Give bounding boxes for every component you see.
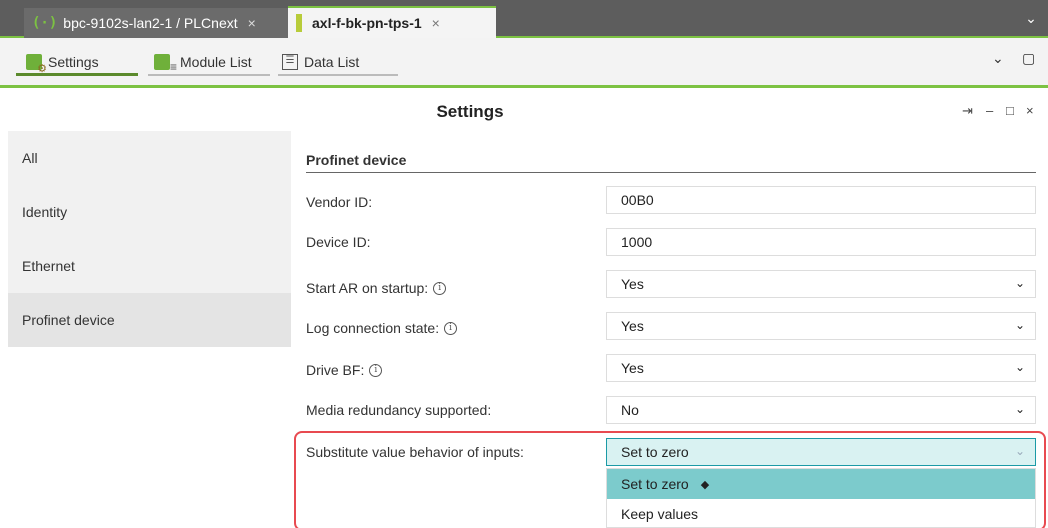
tab-module-list[interactable]: Module List	[148, 50, 270, 76]
tab-settings[interactable]: Settings	[16, 50, 138, 76]
start-ar-select[interactable]: Yes ⌄	[606, 270, 1036, 298]
plcnext-brackets-icon: (·)	[32, 15, 58, 31]
tab-module-list-label: Module List	[180, 54, 252, 70]
chevron-down-icon[interactable]: ⌄	[1014, 0, 1048, 36]
row-label-text: Drive BF:	[306, 362, 365, 378]
tab-label: axl-f-bk-pn-tps-1	[312, 15, 422, 31]
tab-plcnext[interactable]: (·) bpc-9102s-lan2-1 / PLCnext ×	[24, 8, 288, 38]
drive-bf-label: Drive BF: i	[306, 362, 383, 378]
media-redundancy-label: Media redundancy supported:	[306, 402, 491, 418]
chevron-down-icon[interactable]: ⌄	[992, 50, 1004, 67]
row-label-text: Log connection state:	[306, 320, 440, 336]
sidebar-item-all[interactable]: All	[8, 131, 291, 185]
tab-axl-device[interactable]: axl-f-bk-pn-tps-1 ×	[288, 6, 496, 38]
settings-sidebar: All Identity Ethernet Profinet device	[8, 131, 291, 347]
tab-settings-label: Settings	[48, 53, 99, 70]
device-id-label: Device ID:	[306, 234, 371, 250]
settings-icon	[26, 53, 47, 75]
editor-toolbar: Settings Module List ☰ Data List ⌄ ▢	[0, 38, 1048, 88]
field-value: No	[621, 402, 639, 418]
field-value: 1000	[621, 234, 653, 250]
chevron-down-icon: ⌄	[1014, 318, 1025, 332]
maximize-icon[interactable]: □	[1006, 103, 1014, 118]
substitute-value-dropdown: Set to zero ◆ Keep values	[606, 468, 1036, 528]
tab-label: bpc-9102s-lan2-1 / PLCnext	[63, 15, 238, 31]
close-icon[interactable]: ×	[432, 15, 440, 31]
chevron-down-icon: ⌄	[1014, 360, 1025, 374]
minimize-icon[interactable]: –	[986, 103, 993, 118]
log-connection-select[interactable]: Yes ⌄	[606, 312, 1036, 340]
device-bar-icon	[296, 14, 302, 32]
field-value: Set to zero	[621, 444, 689, 460]
page-title: Settings	[436, 102, 504, 121]
field-value: Yes	[621, 318, 644, 334]
tab-data-list[interactable]: ☰ Data List	[278, 50, 398, 76]
device-id-field[interactable]: 1000	[606, 228, 1036, 256]
chevron-down-icon: ⌄	[1014, 444, 1025, 458]
row-label-text: Start AR on startup:	[306, 280, 429, 296]
dropdown-option-set-to-zero[interactable]: Set to zero ◆	[607, 469, 1035, 499]
module-list-icon	[154, 54, 177, 74]
vendor-id-field[interactable]: 00B0	[606, 186, 1036, 214]
section-divider	[306, 172, 1036, 173]
settings-panel-header: Settings ⇥ – □ ×	[0, 91, 1048, 131]
restore-icon[interactable]: ▢	[1022, 50, 1035, 67]
section-title: Profinet device	[306, 152, 407, 168]
sidebar-item-ethernet[interactable]: Ethernet	[8, 239, 291, 293]
chevron-down-icon: ⌄	[1014, 402, 1025, 416]
option-label: Keep values	[621, 506, 699, 522]
drive-bf-select[interactable]: Yes ⌄	[606, 354, 1036, 382]
start-ar-label: Start AR on startup: i	[306, 280, 447, 296]
app-window: (·) bpc-9102s-lan2-1 / PLCnext × axl-f-b…	[0, 0, 1048, 528]
info-icon[interactable]: i	[444, 321, 458, 335]
row-label-text: Substitute value behavior of inputs:	[306, 444, 524, 460]
media-redundancy-select[interactable]: No ⌄	[606, 396, 1036, 424]
substitute-value-select[interactable]: Set to zero ⌄	[606, 438, 1036, 466]
sidebar-item-profinet-device[interactable]: Profinet device	[8, 293, 291, 347]
field-value: Yes	[621, 360, 644, 376]
info-icon[interactable]: i	[433, 281, 447, 295]
pin-icon[interactable]: ⇥	[962, 103, 973, 119]
row-label-text: Media redundancy supported:	[306, 402, 492, 418]
tab-data-list-label: Data List	[304, 54, 360, 70]
substitute-value-label: Substitute value behavior of inputs:	[306, 444, 524, 460]
info-icon[interactable]: i	[369, 363, 383, 377]
document-tab-bar: (·) bpc-9102s-lan2-1 / PLCnext × axl-f-b…	[0, 0, 1048, 38]
close-icon[interactable]: ×	[248, 15, 256, 31]
data-list-icon: ☰	[282, 54, 298, 70]
field-value: 00B0	[621, 192, 654, 208]
vendor-id-label: Vendor ID:	[306, 194, 372, 210]
log-connection-label: Log connection state: i	[306, 320, 458, 336]
selected-diamond-icon: ◆	[700, 478, 710, 491]
close-icon[interactable]: ×	[1026, 103, 1034, 118]
row-label-text: Device ID:	[306, 234, 371, 250]
row-label-text: Vendor ID:	[306, 194, 373, 210]
option-label: Set to zero	[621, 476, 689, 492]
field-value: Yes	[621, 276, 644, 292]
sidebar-item-identity[interactable]: Identity	[8, 185, 291, 239]
dropdown-option-keep-values[interactable]: Keep values	[607, 499, 1035, 528]
chevron-down-icon: ⌄	[1014, 276, 1025, 290]
